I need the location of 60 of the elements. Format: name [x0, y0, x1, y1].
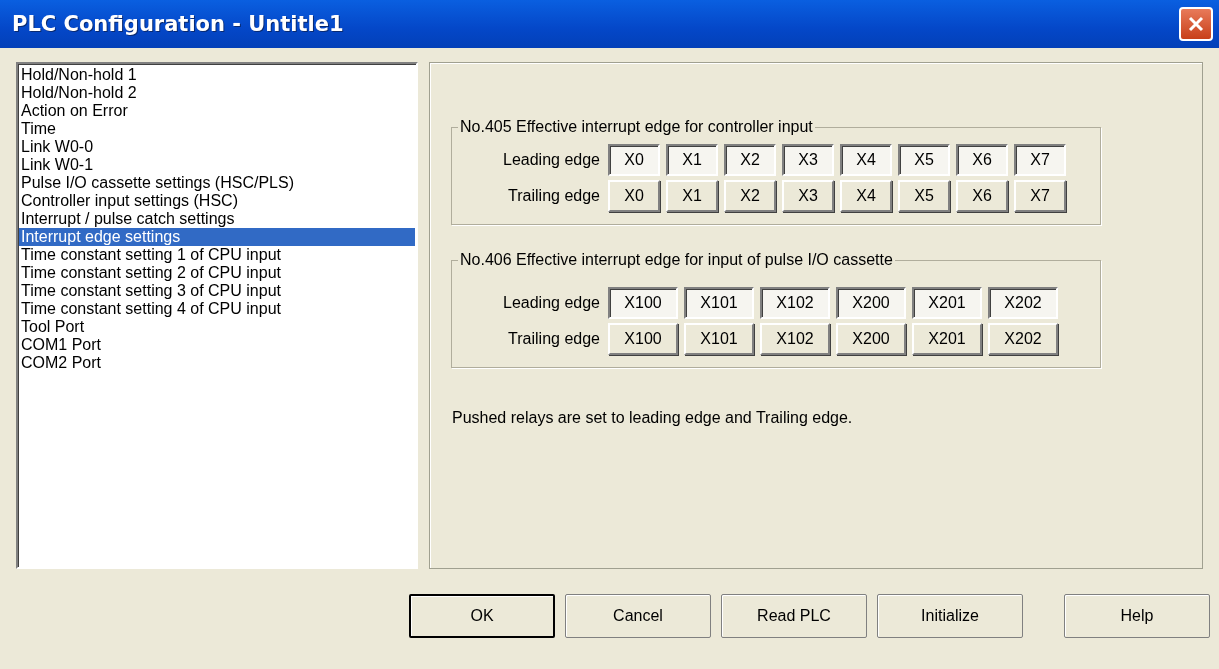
dialog-button[interactable]: Read PLC: [721, 594, 867, 638]
relay-toggle[interactable]: X102: [760, 323, 830, 355]
list-item[interactable]: Time constant setting 3 of CPU input: [19, 282, 415, 300]
relay-toggle[interactable]: X4: [840, 144, 892, 176]
relay-toggle[interactable]: X0: [608, 144, 660, 176]
relay-toggle[interactable]: X7: [1014, 144, 1066, 176]
dialog-button[interactable]: Cancel: [565, 594, 711, 638]
list-item[interactable]: Hold/Non-hold 1: [19, 66, 415, 84]
group-title: No.405 Effective interrupt edge for controller input: [459, 118, 814, 136]
row-label: Trailing edge: [507, 330, 601, 348]
list-item[interactable]: COM1 Port: [19, 336, 415, 354]
relay-toggle[interactable]: X202: [988, 287, 1058, 319]
list-item[interactable]: Time constant setting 2 of CPU input: [19, 264, 415, 282]
list-item[interactable]: Time constant setting 4 of CPU input: [19, 300, 415, 318]
list-item[interactable]: Time constant setting 1 of CPU input: [19, 246, 415, 264]
relay-toggle[interactable]: X2: [724, 144, 776, 176]
list-item[interactable]: Interrupt edge settings: [19, 228, 415, 246]
list-item[interactable]: Link W0-1: [19, 156, 415, 174]
relay-toggle[interactable]: X1: [666, 180, 718, 212]
relay-toggle[interactable]: X102: [760, 287, 830, 319]
list-item[interactable]: Interrupt / pulse catch settings: [19, 210, 415, 228]
relay-toggle[interactable]: X6: [956, 144, 1008, 176]
dialog-button[interactable]: Help: [1064, 594, 1210, 638]
relay-toggle[interactable]: X2: [724, 180, 776, 212]
relay-toggle[interactable]: X101: [684, 323, 754, 355]
relay-toggle[interactable]: X4: [840, 180, 892, 212]
list-item[interactable]: Controller input settings (HSC): [19, 192, 415, 210]
relay-toggle[interactable]: X201: [912, 323, 982, 355]
relay-toggle[interactable]: X100: [608, 287, 678, 319]
relay-toggle[interactable]: X0: [608, 180, 660, 212]
close-button[interactable]: [1179, 7, 1213, 41]
list-item[interactable]: Hold/Non-hold 2: [19, 84, 415, 102]
group-title: No.406 Effective interrupt edge for input of pulse I/O cassette: [459, 251, 894, 269]
close-icon: [1187, 15, 1205, 33]
list-item[interactable]: Link W0-0: [19, 138, 415, 156]
row-label: Trailing edge: [507, 187, 601, 205]
relay-toggle[interactable]: X200: [836, 287, 906, 319]
relay-toggle[interactable]: X5: [898, 180, 950, 212]
dialog-button[interactable]: Initialize: [877, 594, 1023, 638]
list-item[interactable]: Tool Port: [19, 318, 415, 336]
relay-toggle[interactable]: X7: [1014, 180, 1066, 212]
relay-toggle[interactable]: X200: [836, 323, 906, 355]
relay-toggle[interactable]: X3: [782, 144, 834, 176]
relay-toggle[interactable]: X6: [956, 180, 1008, 212]
note-text: Pushed relays are set to leading edge and Trailing edge.: [452, 409, 854, 427]
window-title: PLC Configuration - Untitle1: [12, 12, 344, 36]
list-item[interactable]: COM2 Port: [19, 354, 415, 372]
list-item[interactable]: Action on Error: [19, 102, 415, 120]
relay-toggle[interactable]: X100: [608, 323, 678, 355]
relay-toggle[interactable]: X1: [666, 144, 718, 176]
relay-toggle[interactable]: X101: [684, 287, 754, 319]
relay-toggle[interactable]: X202: [988, 323, 1058, 355]
list-item[interactable]: Time: [19, 120, 415, 138]
row-label: Leading edge: [502, 294, 601, 312]
relay-toggle[interactable]: X201: [912, 287, 982, 319]
relay-toggle[interactable]: X3: [782, 180, 834, 212]
relay-toggle[interactable]: X5: [898, 144, 950, 176]
row-label: Leading edge: [502, 151, 601, 169]
list-item[interactable]: Pulse I/O cassette settings (HSC/PLS): [19, 174, 415, 192]
dialog-button[interactable]: OK: [409, 594, 555, 638]
